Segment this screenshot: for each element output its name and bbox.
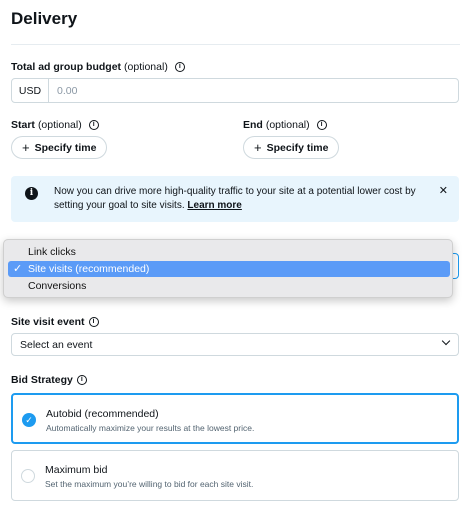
end-specify-time-button[interactable]: + Specify time [243, 136, 340, 159]
plus-icon: + [22, 140, 30, 155]
end-label: End (optional) i [243, 119, 327, 131]
currency-label: USD [12, 79, 49, 102]
info-icon[interactable]: i [174, 62, 185, 72]
page-title: Delivery [11, 9, 78, 28]
budget-label: Total ad group budget (optional) i [11, 61, 185, 73]
end-optional-text: (optional) [265, 119, 310, 131]
bid-option-title: Maximum bid [45, 464, 108, 476]
end-button-label: Specify time [266, 141, 329, 154]
check-icon: ✓ [13, 263, 23, 275]
info-icon[interactable]: i [88, 120, 99, 130]
end-label-text: End [243, 119, 263, 131]
radio-button[interactable] [21, 469, 35, 483]
info-icon[interactable]: i [88, 317, 99, 327]
site-visit-event-label-text: Site visit event [11, 316, 85, 328]
close-icon[interactable]: ✕ [439, 184, 448, 197]
info-icon[interactable]: i [316, 120, 327, 130]
bid-option-description: Automatically maximize your results at t… [46, 423, 255, 433]
banner-text: Now you can drive more high-quality traf… [54, 185, 429, 213]
dropdown-option-site-visits-label: Site visits (recommended) [28, 263, 150, 275]
start-button-label: Specify time [34, 141, 97, 154]
info-icon[interactable]: i [76, 375, 87, 385]
site-visit-event-select[interactable]: Select an event [11, 333, 459, 356]
learn-more-link[interactable]: Learn more [187, 200, 241, 211]
check-icon: ✓ [22, 413, 36, 427]
bid-option-description: Set the maximum you’re willing to bid fo… [45, 479, 254, 489]
site-visit-event-label: Site visit event i [11, 316, 99, 328]
bid-option-title: Autobid (recommended) [46, 408, 159, 420]
bid-option-maximum-bid[interactable]: Maximum bid Set the maximum you’re willi… [11, 450, 459, 501]
site-visit-event-value: Select an event [20, 338, 93, 351]
dropdown-option-conversions[interactable]: Conversions [8, 278, 450, 294]
budget-label-text: Total ad group budget [11, 61, 122, 73]
start-label: Start (optional) i [11, 119, 99, 131]
dropdown-option-link-clicks[interactable]: Link clicks [8, 244, 450, 260]
budget-input[interactable]: USD 0.00 [11, 78, 459, 103]
info-icon: i [25, 187, 38, 200]
dropdown-option-site-visits[interactable]: ✓ Site visits (recommended) [8, 261, 450, 277]
title-divider [11, 44, 460, 45]
start-specify-time-button[interactable]: + Specify time [11, 136, 108, 159]
bid-option-autobid[interactable]: ✓ Autobid (recommended) Automatically ma… [11, 393, 459, 444]
start-optional-text: (optional) [37, 119, 82, 131]
goal-dropdown-menu: Link clicks ✓ Site visits (recommended) … [3, 239, 453, 298]
plus-icon: + [254, 140, 262, 155]
budget-optional-text: (optional) [124, 61, 168, 73]
chevron-down-icon [441, 336, 451, 346]
info-banner: i Now you can drive more high-quality tr… [11, 176, 459, 222]
bid-strategy-label-text: Bid Strategy [11, 374, 73, 386]
bid-strategy-label: Bid Strategy i [11, 374, 87, 386]
start-label-text: Start [11, 119, 35, 131]
budget-value[interactable]: 0.00 [49, 85, 77, 97]
